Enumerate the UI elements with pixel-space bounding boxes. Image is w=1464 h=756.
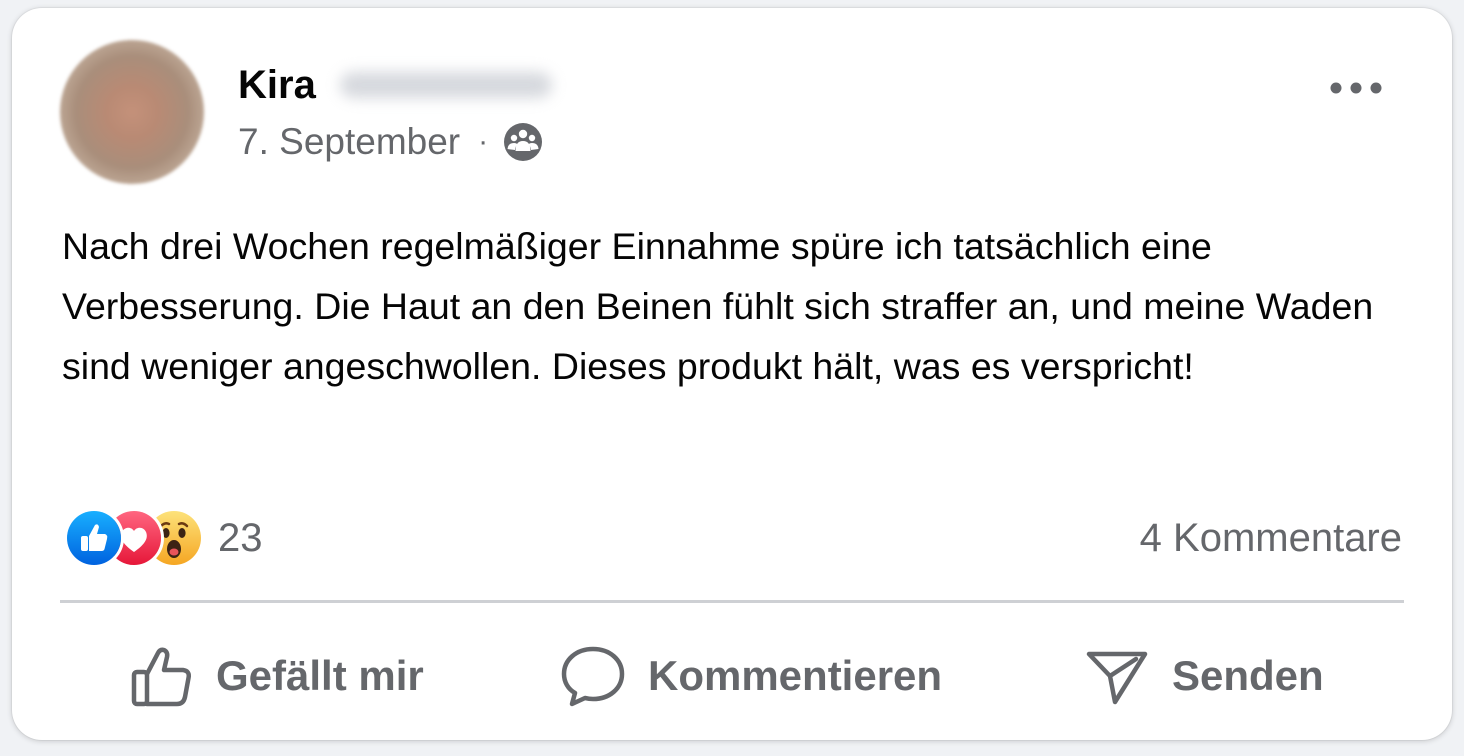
post-meta: 7. September · [238,120,544,164]
author-name[interactable]: Kira [238,63,316,108]
action-bar: Gefällt mir Kommentieren Senden [12,636,1452,716]
comment-button[interactable]: Kommentieren [560,636,942,716]
author-surname-blurred [339,72,552,98]
like-label: Gefällt mir [216,652,424,699]
like-reaction-icon [64,508,124,568]
post-text: Nach drei Wochen regelmäßiger Einnahme s… [62,225,1374,387]
avatar[interactable] [60,40,204,184]
comments-count-link[interactable]: 4 Kommentare [1140,516,1402,561]
divider [60,600,1404,603]
comment-bubble-icon [560,644,626,708]
send-label: Senden [1172,652,1324,699]
reactions-summary[interactable]: 23 [64,508,263,568]
author-row: Kira [238,60,552,110]
more-horizontal-icon[interactable] [1328,74,1384,102]
send-icon [1084,644,1150,708]
send-button[interactable]: Senden [1084,636,1324,716]
thumbs-up-icon [130,644,194,708]
group-icon[interactable] [502,121,544,163]
comment-label: Kommentieren [648,652,943,699]
meta-separator: · [478,125,489,158]
post-date[interactable]: 7. September [238,121,460,163]
reaction-count: 23 [218,515,263,560]
post-card: Kira 7. September · Nach drei Wochen reg… [12,8,1452,740]
like-button[interactable]: Gefällt mir [130,636,424,716]
